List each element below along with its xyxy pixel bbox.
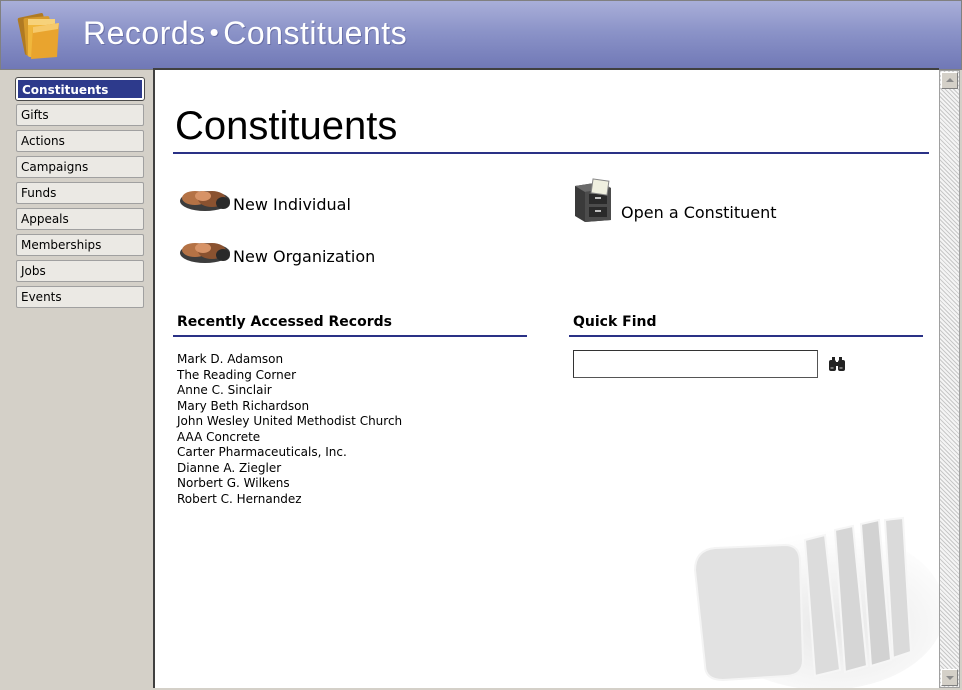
recent-record-item[interactable]: Dianne A. Ziegler: [177, 461, 402, 477]
new-individual-label: New Individual: [233, 195, 351, 214]
new-organization-label: New Organization: [233, 247, 376, 266]
sidebar-item-campaigns[interactable]: Campaigns: [16, 156, 144, 178]
title-separator: •: [209, 17, 220, 47]
sidebar-nav: Constituents Gifts Actions Campaigns Fun…: [15, 77, 145, 312]
recent-record-item[interactable]: John Wesley United Methodist Church: [177, 414, 402, 430]
module-name: Records: [83, 15, 206, 51]
scroll-down-button[interactable]: [941, 669, 958, 686]
vertical-scrollbar[interactable]: [939, 70, 960, 688]
scroll-up-arrow-icon: [946, 78, 954, 82]
quick-find-divider: [569, 335, 923, 337]
new-organization-link[interactable]: New Organization: [179, 236, 375, 266]
binoculars-icon[interactable]: [827, 356, 847, 372]
sidebar-item-appeals[interactable]: Appeals: [16, 208, 144, 230]
recent-record-item[interactable]: The Reading Corner: [177, 368, 402, 384]
recent-record-item[interactable]: Mary Beth Richardson: [177, 399, 402, 415]
recent-record-item[interactable]: Norbert G. Wilkens: [177, 476, 402, 492]
sidebar-item-memberships[interactable]: Memberships: [16, 234, 144, 256]
page-name: Constituents: [223, 15, 408, 51]
sidebar-item-funds[interactable]: Funds: [16, 182, 144, 204]
handshake-icon: [180, 243, 230, 263]
records-watermark-graphic: [693, 516, 939, 688]
recent-record-item[interactable]: Mark D. Adamson: [177, 352, 402, 368]
sidebar-item-actions[interactable]: Actions: [16, 130, 144, 152]
page-heading: Records • Constituents: [83, 15, 407, 52]
recent-record-item[interactable]: Anne C. Sinclair: [177, 383, 402, 399]
recent-records-heading: Recently Accessed Records: [177, 314, 392, 330]
sidebar-item-constituents[interactable]: Constituents: [15, 77, 145, 101]
folders-icon: [17, 13, 59, 59]
recent-record-item[interactable]: AAA Concrete: [177, 430, 402, 446]
sidebar-item-gifts[interactable]: Gifts: [16, 104, 144, 126]
scroll-down-arrow-icon: [946, 676, 954, 680]
scroll-up-button[interactable]: [941, 72, 958, 89]
quick-find-input[interactable]: [573, 350, 818, 378]
sidebar-item-events[interactable]: Events: [16, 286, 144, 308]
handshake-icon: [180, 191, 230, 211]
quick-find-heading: Quick Find: [573, 314, 657, 330]
recent-records-divider: [173, 335, 527, 337]
new-individual-link[interactable]: New Individual: [179, 184, 351, 214]
recent-record-item[interactable]: Robert C. Hernandez: [177, 492, 402, 508]
title-divider: [173, 152, 929, 154]
open-constituent-link[interactable]: Open a Constituent: [571, 178, 777, 222]
title-bar: Records • Constituents: [0, 0, 962, 70]
open-constituent-label: Open a Constituent: [621, 203, 777, 222]
content-pane: Constituents New Individual New Organiza…: [153, 68, 939, 688]
recent-records-list: Mark D. Adamson The Reading Corner Anne …: [177, 352, 402, 507]
recent-record-item[interactable]: Carter Pharmaceuticals, Inc.: [177, 445, 402, 461]
page-title: Constituents: [175, 104, 398, 148]
sidebar-item-jobs[interactable]: Jobs: [16, 260, 144, 282]
file-cabinet-icon: [575, 178, 611, 222]
